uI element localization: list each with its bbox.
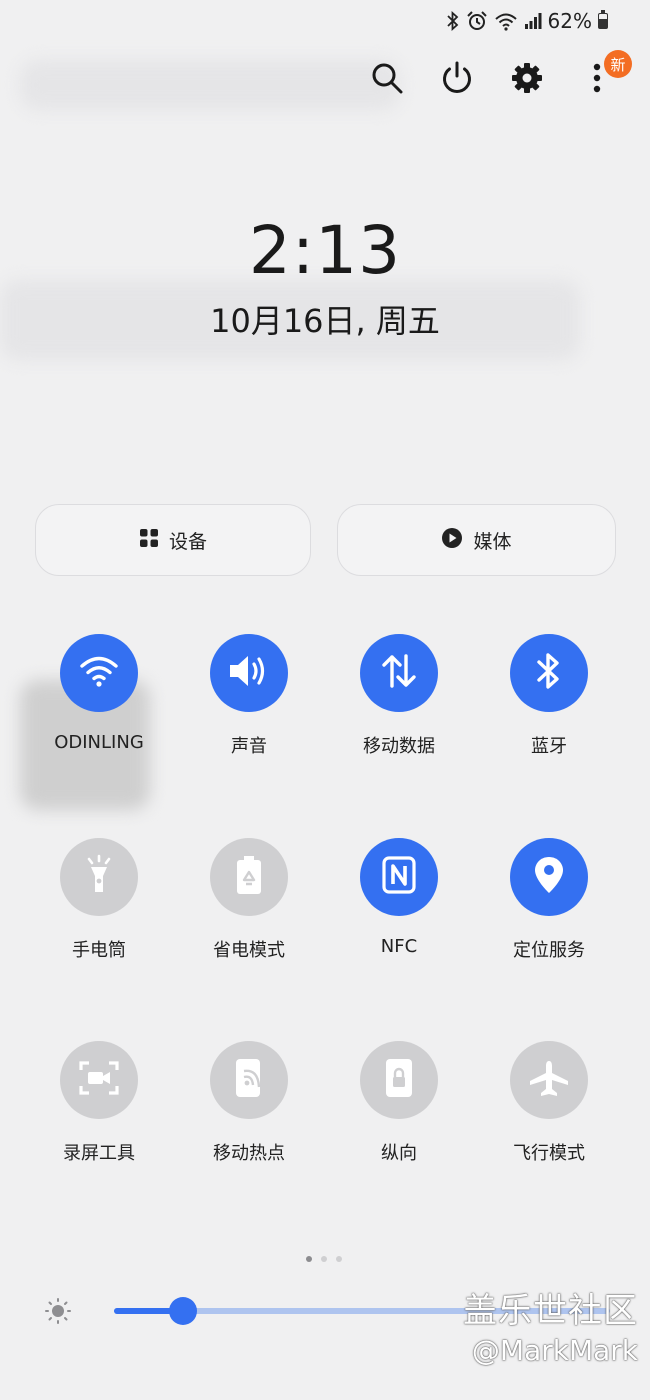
battery-icon xyxy=(598,10,608,29)
portrait-lock-icon xyxy=(384,1057,414,1103)
tile-label: 移动数据 xyxy=(363,736,435,757)
sound-icon xyxy=(227,653,271,693)
power-saving-icon xyxy=(234,854,264,900)
tile-nfc[interactable]: NFC xyxy=(324,838,474,957)
bluetooth-icon xyxy=(535,652,563,694)
tile-airplane[interactable]: 飞行模式 xyxy=(474,1041,624,1165)
mobile-data-icon xyxy=(379,653,419,693)
more-vertical-icon xyxy=(593,63,601,97)
tile-flashlight-button[interactable] xyxy=(60,838,138,916)
tile-screen-recorder[interactable]: 录屏工具 xyxy=(24,1041,174,1165)
wifi-icon xyxy=(494,11,518,31)
search-icon xyxy=(371,62,403,98)
tile-label: 移动热点 xyxy=(213,1143,285,1164)
tile-power-saving-button[interactable] xyxy=(210,838,288,916)
clock-date: 10月16日, 周五 xyxy=(210,302,440,340)
page-dot[interactable] xyxy=(321,1256,327,1262)
page-indicator xyxy=(306,1256,342,1262)
search-button[interactable] xyxy=(370,60,404,100)
wifi-icon xyxy=(79,654,119,692)
signal-icon xyxy=(524,12,542,30)
alarm-icon xyxy=(466,11,488,31)
tile-location-button[interactable] xyxy=(510,838,588,916)
nfc-icon xyxy=(382,856,416,898)
tile-label: 声音 xyxy=(231,736,267,757)
tile-label: NFC xyxy=(380,936,418,957)
tile-label: 飞行模式 xyxy=(513,1143,585,1164)
tile-label: 定位服务 xyxy=(513,940,585,961)
page-dot[interactable] xyxy=(306,1256,312,1262)
tile-wifi[interactable]: ODINLING xyxy=(24,634,174,753)
tile-portrait-button[interactable] xyxy=(360,1041,438,1119)
tile-wifi-button[interactable] xyxy=(60,634,138,712)
tile-label: 省电模式 xyxy=(213,940,285,961)
tile-location[interactable]: 定位服务 xyxy=(474,838,624,962)
watermark: 盖乐世社区 @MarkMark xyxy=(463,1290,638,1368)
power-button[interactable] xyxy=(440,60,474,100)
tile-power-saving[interactable]: 省电模式 xyxy=(174,838,324,962)
tile-portrait[interactable]: 纵向 xyxy=(324,1041,474,1165)
screen-recorder-icon xyxy=(79,1060,119,1100)
blurred-background xyxy=(20,60,400,110)
tile-bluetooth-button[interactable] xyxy=(510,634,588,712)
tile-label: 纵向 xyxy=(381,1143,417,1164)
tile-label: ODINLING xyxy=(54,732,144,753)
location-icon xyxy=(533,855,565,899)
tile-hotspot[interactable]: 移动热点 xyxy=(174,1041,324,1165)
tile-hotspot-button[interactable] xyxy=(210,1041,288,1119)
tile-nfc-button[interactable] xyxy=(360,838,438,916)
tile-airplane-button[interactable] xyxy=(510,1041,588,1119)
play-icon xyxy=(441,527,463,554)
status-bar: 62% xyxy=(446,6,608,36)
new-badge: 新 xyxy=(604,50,632,78)
bluetooth-icon xyxy=(446,11,460,31)
tile-label: 录屏工具 xyxy=(63,1143,135,1164)
grid-icon xyxy=(139,528,159,553)
more-options-button[interactable]: 新 xyxy=(580,50,632,100)
top-actions: 新 xyxy=(370,50,632,100)
tile-sound[interactable]: 声音 xyxy=(174,634,324,758)
tile-mobile-data-button[interactable] xyxy=(360,634,438,712)
hotspot-icon xyxy=(232,1057,266,1103)
tile-label: 蓝牙 xyxy=(531,736,567,757)
tile-flashlight[interactable]: 手电筒 xyxy=(24,838,174,962)
media-button[interactable]: 媒体 xyxy=(337,504,616,576)
brightness-icon xyxy=(44,1297,72,1329)
tile-sound-button[interactable] xyxy=(210,634,288,712)
devices-button[interactable]: 设备 xyxy=(35,504,311,576)
watermark-user: @MarkMark xyxy=(471,1333,638,1367)
page-dot[interactable] xyxy=(336,1256,342,1262)
media-label: 媒体 xyxy=(473,530,512,553)
brightness-slider-thumb[interactable] xyxy=(169,1297,198,1325)
battery-level xyxy=(599,19,607,28)
tile-screen-recorder-button[interactable] xyxy=(60,1041,138,1119)
battery-percent: 62% xyxy=(547,9,592,33)
tile-mobile-data[interactable]: 移动数据 xyxy=(324,634,474,758)
power-icon xyxy=(440,61,474,99)
clock-time: 2:13 xyxy=(248,212,402,289)
airplane-icon xyxy=(527,1058,571,1102)
tile-bluetooth[interactable]: 蓝牙 xyxy=(474,634,624,758)
tile-label: 手电筒 xyxy=(72,940,126,961)
devices-label: 设备 xyxy=(168,530,207,553)
watermark-community: 盖乐世社区 xyxy=(463,1291,638,1331)
settings-button[interactable] xyxy=(510,60,544,100)
flashlight-icon xyxy=(81,854,117,900)
gear-icon xyxy=(511,62,543,98)
